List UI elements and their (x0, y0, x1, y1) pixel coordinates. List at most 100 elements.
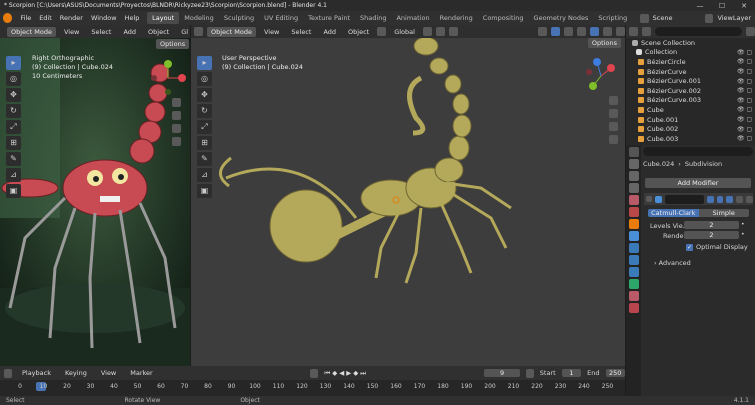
main-viewport[interactable]: User Perspective (9) Collection | Cube.0… (191, 38, 625, 366)
view-layer-tab-icon[interactable] (628, 183, 639, 193)
main-annotate-tool-icon[interactable]: ✎ (197, 152, 212, 166)
tab-modeling[interactable]: Modeling (179, 12, 219, 24)
tab-layout[interactable]: Layout (147, 12, 180, 24)
main-add-cube-tool-icon[interactable]: ▣ (197, 184, 212, 198)
timeline-editor-icon[interactable] (4, 368, 12, 378)
render-levels-field[interactable]: 2 (684, 231, 739, 239)
item-visibility-icon[interactable]: 👁 ▢ (737, 106, 755, 113)
main-transform-tool-icon[interactable]: ⊞ (197, 136, 212, 150)
timeline-view-menu[interactable]: View (97, 369, 120, 377)
output-tab-icon[interactable] (628, 171, 639, 181)
rotate-tool-icon[interactable]: ↻ (6, 104, 21, 118)
pivot-icon[interactable] (422, 27, 432, 36)
tab-texture-paint[interactable]: Texture Paint (303, 12, 355, 24)
modifier-menu-icon[interactable] (736, 195, 744, 203)
outliner-item[interactable]: Cube.001 👁 ▢ (626, 115, 755, 125)
blender-logo-icon[interactable] (3, 13, 13, 23)
playback-menu[interactable]: Playback (18, 369, 55, 377)
main-menu-object[interactable]: Object (344, 28, 373, 36)
menu-render[interactable]: Render (56, 14, 87, 22)
collection-visibility-icon[interactable]: 👁 ▢ (737, 49, 755, 56)
main-editor-type-icon[interactable] (194, 27, 203, 36)
outliner-item[interactable]: BézierCurve.002 👁 ▢ (626, 86, 755, 96)
scale-tool-icon[interactable]: ⤢ (6, 120, 21, 134)
close-button[interactable]: ✕ (733, 2, 755, 10)
timeline-ruler[interactable]: 0 10 20 30 40 50 60 70 80 90 100 110 120 130 140 150 160… (0, 380, 625, 396)
properties-search-input[interactable] (643, 147, 753, 156)
main-select-tool-icon[interactable]: ▸ (197, 56, 212, 70)
optimal-display-checkbox[interactable]: ✓ (686, 243, 693, 251)
viewport-toggle-icon[interactable] (716, 195, 724, 203)
main-menu-select[interactable]: Select (287, 28, 315, 36)
outliner-display-mode-icon[interactable] (642, 27, 651, 36)
prev-keyframe-icon[interactable]: ◆ (332, 369, 337, 378)
left-menu-select[interactable]: Select (87, 28, 115, 36)
move-tool-icon[interactable]: ✥ (6, 88, 21, 102)
gizmo-toggle-icon[interactable] (551, 27, 560, 36)
end-frame-field[interactable]: 250 (605, 369, 625, 377)
start-frame-field[interactable]: 1 (561, 369, 582, 377)
grid-icon[interactable] (172, 137, 181, 146)
outliner-search-input[interactable] (655, 27, 742, 36)
object-tab-icon[interactable] (628, 219, 639, 229)
tab-scripting[interactable]: Scripting (593, 12, 632, 24)
modifier-close-icon[interactable] (746, 195, 754, 203)
outliner-item[interactable]: BézierCircle 👁 ▢ (626, 57, 755, 67)
auto-keying-icon[interactable] (310, 368, 319, 378)
main-mode-dropdown[interactable]: Object Mode (207, 26, 256, 37)
edit-mode-toggle-icon[interactable] (706, 195, 714, 203)
scene-selector[interactable]: Scene (649, 14, 705, 22)
xray-icon[interactable] (577, 27, 586, 36)
outliner-item[interactable]: Cube.003 👁 ▢ (626, 134, 755, 144)
solid-shading-icon[interactable] (590, 27, 599, 36)
tab-animation[interactable]: Animation (391, 12, 434, 24)
view-layer-selector[interactable]: ViewLayer (713, 14, 755, 22)
left-viewport[interactable]: Right Orthographic (9) Collection | Cube… (0, 38, 190, 366)
data-tab-icon[interactable] (628, 279, 639, 289)
outliner-item[interactable]: Cube.002 👁 ▢ (626, 124, 755, 134)
item-visibility-icon[interactable]: 👁 ▢ (737, 87, 755, 94)
measure-tool-icon[interactable]: ⊿ (6, 168, 21, 182)
left-mode-dropdown[interactable]: Object Mode (7, 26, 56, 37)
outliner-item[interactable]: Cube 👁 ▢ (626, 105, 755, 115)
material-shading-icon[interactable] (603, 27, 612, 36)
outliner-item[interactable]: BézierCurve.001 👁 ▢ (626, 76, 755, 86)
item-visibility-icon[interactable]: 👁 ▢ (737, 58, 755, 65)
item-visibility-icon[interactable]: 👁 ▢ (737, 116, 755, 123)
tab-geometry-nodes[interactable]: Geometry Nodes (529, 12, 594, 24)
particles-tab-icon[interactable] (628, 243, 639, 253)
main-pan-hand-icon[interactable] (609, 109, 618, 118)
physics-tab-icon[interactable] (628, 255, 639, 265)
orientation-dropdown[interactable]: Global (390, 28, 419, 36)
advanced-section[interactable]: › Advanced (654, 259, 691, 267)
select-box-tool-icon[interactable]: ▸ (6, 56, 21, 70)
annotate-tool-icon[interactable]: ✎ (6, 152, 21, 166)
left-nav-gizmo[interactable] (150, 60, 186, 98)
tab-rendering[interactable]: Rendering (435, 12, 478, 24)
main-scale-tool-icon[interactable]: ⤢ (197, 120, 212, 134)
current-frame-field[interactable]: 9 (484, 369, 520, 377)
play-icon[interactable]: ▶ (346, 369, 351, 378)
preview-range-icon[interactable] (525, 368, 534, 378)
item-visibility-icon[interactable]: 👁 ▢ (737, 135, 755, 142)
snap-icon[interactable] (435, 27, 445, 36)
left-menu-object[interactable]: Object (144, 28, 173, 36)
next-keyframe-icon[interactable]: ◆ (353, 369, 358, 378)
jump-start-icon[interactable]: ⏮ (324, 369, 330, 378)
marker-menu[interactable]: Marker (126, 369, 156, 377)
world-tab-icon[interactable] (628, 207, 639, 217)
item-visibility-icon[interactable]: 👁 ▢ (737, 97, 755, 104)
levels-viewport-field[interactable]: 2 (684, 221, 739, 229)
left-menu-add[interactable]: Add (119, 28, 140, 36)
cursor-tool-icon[interactable]: ◎ (6, 72, 21, 86)
camera-icon[interactable] (172, 124, 181, 133)
main-menu-add[interactable]: Add (319, 28, 340, 36)
main-grid-icon[interactable] (609, 135, 618, 144)
scene-tab-icon[interactable] (628, 195, 639, 205)
tab-simple[interactable]: Simple (698, 209, 749, 217)
left-menu-view[interactable]: View (60, 28, 83, 36)
rendered-shading-icon[interactable] (616, 27, 625, 36)
main-zoom-icon[interactable] (609, 96, 618, 105)
main-cursor-tool-icon[interactable]: ◎ (197, 72, 212, 86)
tab-sculpting[interactable]: Sculpting (219, 12, 259, 24)
